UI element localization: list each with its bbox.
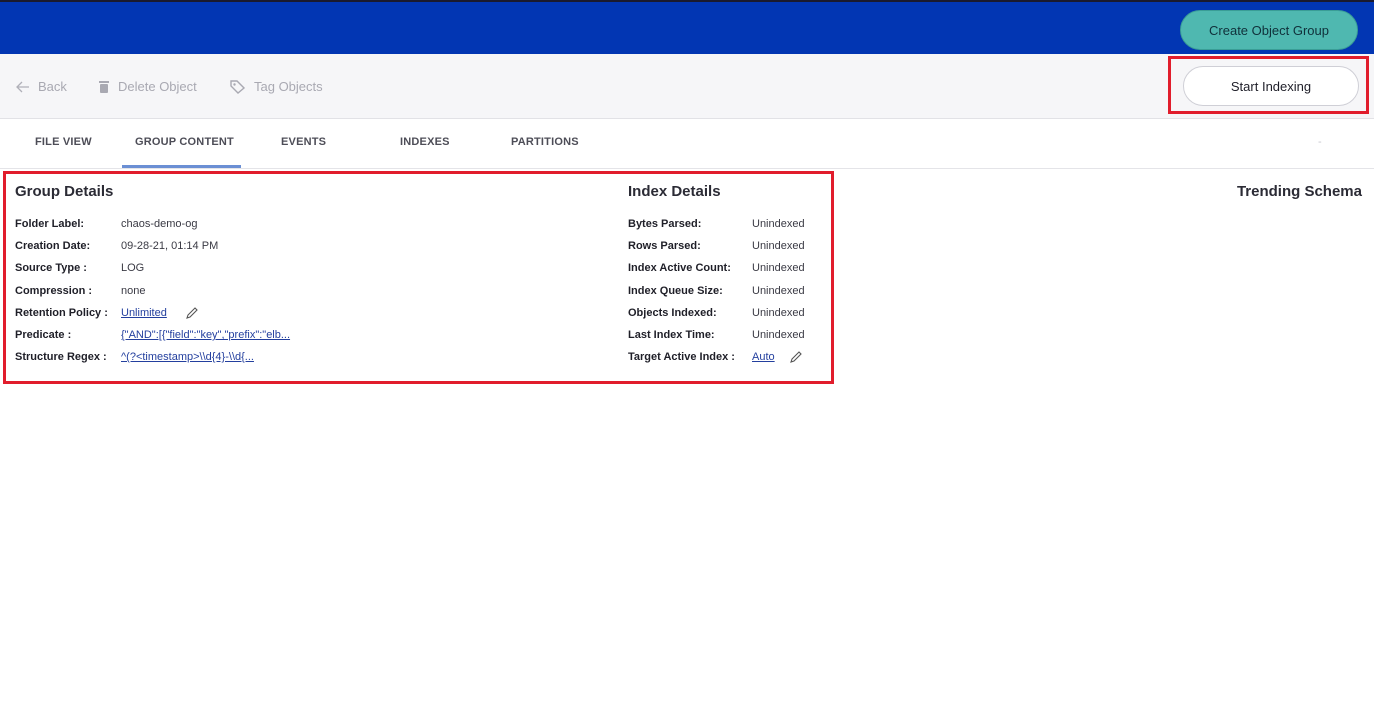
trash-icon — [98, 80, 110, 94]
delete-object-button[interactable]: Delete Object — [98, 79, 197, 94]
tab-group-content[interactable]: GROUP CONTENT — [135, 136, 234, 148]
structure-regex-link[interactable]: ^(?<timestamp>\\d{4}-\\d{... — [121, 351, 254, 363]
source-type-value: LOG — [121, 262, 145, 274]
edit-retention-icon[interactable] — [186, 306, 198, 324]
index-details-title: Index Details — [628, 183, 721, 200]
structure-regex-label: Structure Regex : — [15, 351, 107, 363]
delete-object-label: Delete Object — [118, 79, 197, 94]
start-indexing-button[interactable]: Start Indexing — [1183, 66, 1359, 106]
last-index-time-value: Unindexed — [752, 329, 805, 341]
arrow-left-icon — [16, 81, 30, 93]
retention-policy-link[interactable]: Unlimited — [121, 307, 167, 319]
compression-label: Compression : — [15, 285, 93, 297]
creation-date-value: 09-28-21, 01:14 PM — [121, 240, 219, 252]
tab-bar-dash: - — [1318, 136, 1322, 148]
predicate-link[interactable]: {"AND":[{"field":"key","prefix":"elb... — [121, 329, 290, 341]
last-index-time-label: Last Index Time: — [628, 329, 715, 341]
top-header-bar: Create Object Group — [0, 0, 1374, 54]
back-label: Back — [38, 79, 67, 94]
index-active-count-label: Index Active Count: — [628, 262, 731, 274]
objects-indexed-label: Objects Indexed: — [628, 307, 717, 319]
folder-label-label: Folder Label: — [15, 218, 85, 230]
predicate-label: Predicate : — [15, 329, 72, 341]
tag-icon — [230, 79, 246, 94]
tab-indexes[interactable]: INDEXES — [400, 136, 450, 148]
tag-objects-label: Tag Objects — [254, 79, 323, 94]
start-indexing-highlight: Start Indexing — [1168, 56, 1369, 114]
tag-objects-button[interactable]: Tag Objects — [230, 79, 323, 94]
tab-partitions[interactable]: PARTITIONS — [511, 136, 579, 148]
back-button[interactable]: Back — [16, 79, 67, 94]
active-tab-indicator — [122, 165, 241, 168]
rows-parsed-value: Unindexed — [752, 240, 805, 252]
rows-parsed-label: Rows Parsed: — [628, 240, 701, 252]
tab-bar: FILE VIEW GROUP CONTENT EVENTS INDEXES P… — [0, 119, 1374, 169]
source-type-label: Source Type : — [15, 262, 87, 274]
index-queue-size-value: Unindexed — [752, 285, 805, 297]
bytes-parsed-label: Bytes Parsed: — [628, 218, 702, 230]
edit-target-index-icon[interactable] — [790, 350, 802, 368]
objects-indexed-value: Unindexed — [752, 307, 805, 319]
index-queue-size-label: Index Queue Size: — [628, 285, 723, 297]
folder-label-value: chaos-demo-og — [121, 218, 198, 230]
trending-schema-title: Trending Schema — [1236, 183, 1362, 200]
creation-date-label: Creation Date: — [15, 240, 91, 252]
target-active-index-link[interactable]: Auto — [752, 351, 775, 363]
group-details-title: Group Details — [15, 183, 114, 200]
target-active-index-label: Target Active Index : — [628, 351, 735, 363]
tab-file-view[interactable]: FILE VIEW — [35, 136, 92, 148]
bytes-parsed-value: Unindexed — [752, 218, 805, 230]
tab-events[interactable]: EVENTS — [281, 136, 326, 148]
index-active-count-value: Unindexed — [752, 262, 805, 274]
compression-value: none — [121, 285, 146, 297]
retention-policy-label: Retention Policy : — [15, 307, 108, 319]
create-object-group-button[interactable]: Create Object Group — [1180, 10, 1358, 50]
